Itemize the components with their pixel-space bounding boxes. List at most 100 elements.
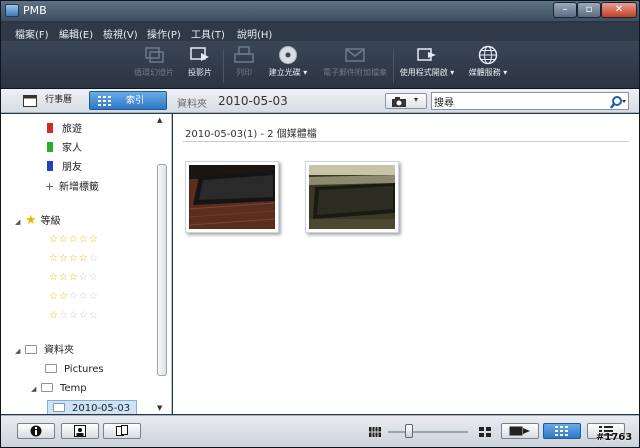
menu-file[interactable]: 檔案(F)	[15, 26, 49, 41]
email-attach-button[interactable]: 電子郵件附加檔案	[319, 45, 391, 87]
title-bar[interactable]: PMB – ▫ ✕	[1, 1, 639, 21]
menu-edit[interactable]: 編輯(E)	[59, 26, 93, 41]
portrait-icon	[74, 425, 86, 437]
app-title: PMB	[23, 4, 47, 17]
content-header: 2010-05-03(1) - 2 個媒體檔	[185, 129, 317, 140]
calendar-icon	[23, 95, 37, 107]
rating-2-stars[interactable]: ☆☆☆☆☆	[49, 290, 99, 304]
tag-label: 朋友	[62, 162, 82, 173]
menu-tools[interactable]: 工具(T)	[191, 26, 225, 41]
thumbnail-view-button[interactable]	[543, 423, 581, 439]
rating-3-stars[interactable]: ☆☆☆☆☆	[49, 271, 99, 285]
media-service-label: 媒體服務 ▾	[468, 68, 508, 77]
media-panel-button[interactable]	[103, 423, 141, 439]
slideshow-label: 投影片	[188, 68, 212, 77]
print-button[interactable]: 列印	[229, 45, 259, 87]
search-input[interactable]	[434, 94, 604, 108]
zoom-slider-thumb[interactable]	[405, 424, 413, 438]
folder-icon	[53, 403, 65, 412]
zoom-slider-track[interactable]	[388, 431, 468, 433]
chevron-down-icon: ▾	[414, 95, 419, 104]
sidebar-scrollbar[interactable]: ▲ ▼	[154, 114, 170, 414]
import-button[interactable]: ▾	[385, 93, 427, 109]
add-tag-icon: +	[45, 180, 55, 193]
add-tag-item[interactable]: + 新增標籤	[45, 179, 99, 195]
rating-4-stars[interactable]: ☆☆☆☆☆	[49, 252, 99, 266]
info-icon	[30, 425, 42, 437]
keyboard-photo-thumbnail	[309, 165, 395, 229]
folders-header[interactable]: ◢ 資料夾	[15, 343, 74, 359]
menu-view[interactable]: 檢視(V)	[103, 26, 138, 41]
scrollbar-thumb[interactable]	[157, 164, 167, 376]
slideshow-button[interactable]: 投影片	[185, 45, 215, 87]
tag-color-swatch	[47, 161, 53, 171]
folder-label: 2010-05-03	[72, 403, 131, 414]
tab-calendar[interactable]: 行事曆	[17, 91, 83, 110]
menu-operation[interactable]: 操作(P)	[147, 26, 181, 41]
toolbar: 循環幻燈片 投影片 列印 建立光碟 ▾ 電子郵件附加檔案 使用程式開啟 ▾ 媒體…	[1, 41, 639, 89]
rating-1-star[interactable]: ☆☆☆☆☆	[49, 309, 99, 323]
collapse-toggle-icon[interactable]: ◢	[15, 343, 25, 359]
app-icon	[5, 4, 19, 17]
tab-calendar-label: 行事曆	[45, 95, 73, 105]
search-box	[431, 92, 629, 110]
media-thumbnail[interactable]	[185, 161, 279, 233]
maximize-button[interactable]: ▫	[577, 2, 601, 18]
email-label: 電子郵件附加檔案	[323, 68, 387, 77]
scroll-down-icon[interactable]: ▼	[157, 404, 162, 412]
tag-item-family[interactable]: 家人	[47, 141, 82, 157]
folder-item-2010-05-03[interactable]: 2010-05-03	[47, 400, 138, 414]
content-pane: 2010-05-03(1) - 2 個媒體檔	[173, 114, 639, 414]
add-tag-label: 新增標籤	[59, 182, 99, 193]
shuffle-label: 循環幻燈片	[134, 68, 174, 77]
small-grid-icon[interactable]	[369, 427, 381, 437]
tab-index[interactable]: 索引	[89, 91, 167, 110]
close-button[interactable]: ✕	[601, 2, 637, 18]
grid-icon	[98, 96, 111, 106]
create-disc-button[interactable]: 建立光碟 ▾	[265, 45, 311, 87]
media-service-button[interactable]: 媒體服務 ▾	[465, 45, 511, 87]
tag-item-friends[interactable]: 朋友	[47, 160, 82, 176]
collapse-toggle-icon[interactable]: ◢	[31, 381, 41, 397]
panel-icon	[116, 425, 128, 436]
watermark: #1763	[596, 432, 633, 443]
preview-button[interactable]	[61, 423, 99, 439]
open-with-button[interactable]: 使用程式開啟 ▾	[397, 45, 457, 87]
fullscreen-icon	[509, 426, 530, 436]
envelope-icon	[345, 48, 365, 62]
content-divider	[183, 141, 629, 142]
large-grid-icon[interactable]	[479, 427, 491, 437]
fullscreen-view-button[interactable]	[501, 423, 539, 439]
globe-icon	[478, 45, 498, 65]
folder-item-pictures[interactable]: Pictures	[45, 362, 104, 378]
menu-bar: 檔案(F) 編輯(E) 檢視(V) 操作(P) 工具(T) 說明(H)	[1, 23, 639, 41]
shuffle-slideshow-button[interactable]: 循環幻燈片	[129, 45, 179, 87]
folder-label: Temp	[60, 383, 87, 394]
menu-help[interactable]: 說明(H)	[237, 26, 272, 41]
scroll-up-icon[interactable]: ▲	[157, 116, 162, 124]
tag-color-swatch	[47, 142, 53, 152]
folder-item-temp[interactable]: ◢ Temp	[31, 381, 87, 397]
status-bar	[1, 415, 639, 447]
media-thumbnail[interactable]	[305, 161, 399, 233]
create-disc-label: 建立光碟 ▾	[268, 68, 308, 77]
camera-icon	[392, 97, 406, 107]
collapse-toggle-icon[interactable]: ◢	[15, 214, 25, 230]
tab-index-label: 索引	[126, 96, 145, 106]
star-icon: ★	[25, 213, 37, 228]
disc-icon	[279, 46, 297, 64]
folder-label: 資料夾	[177, 99, 207, 110]
rating-header[interactable]: ◢ ★ 等級	[15, 213, 61, 229]
minimize-button[interactable]: –	[553, 2, 577, 18]
toolbar-separator	[393, 49, 394, 83]
search-icon[interactable]	[610, 95, 626, 109]
pmb-window: PMB – ▫ ✕ 檔案(F) 編輯(E) 檢視(V) 操作(P) 工具(T) …	[0, 0, 640, 448]
toolbar-separator	[223, 49, 224, 83]
tag-item-travel[interactable]: 旅遊	[47, 122, 82, 138]
sidebar: 旅遊 家人 朋友 + 新增標籤 ◢ ★ 等級 ☆☆☆☆☆ ☆☆☆☆☆ ☆☆☆☆☆ ☆☆…	[1, 114, 172, 414]
folder-icon	[45, 364, 57, 373]
info-button[interactable]	[17, 423, 55, 439]
rating-5-stars[interactable]: ☆☆☆☆☆	[49, 233, 99, 247]
tag-label: 旅遊	[62, 124, 82, 135]
keyboard-photo-thumbnail	[189, 165, 275, 229]
